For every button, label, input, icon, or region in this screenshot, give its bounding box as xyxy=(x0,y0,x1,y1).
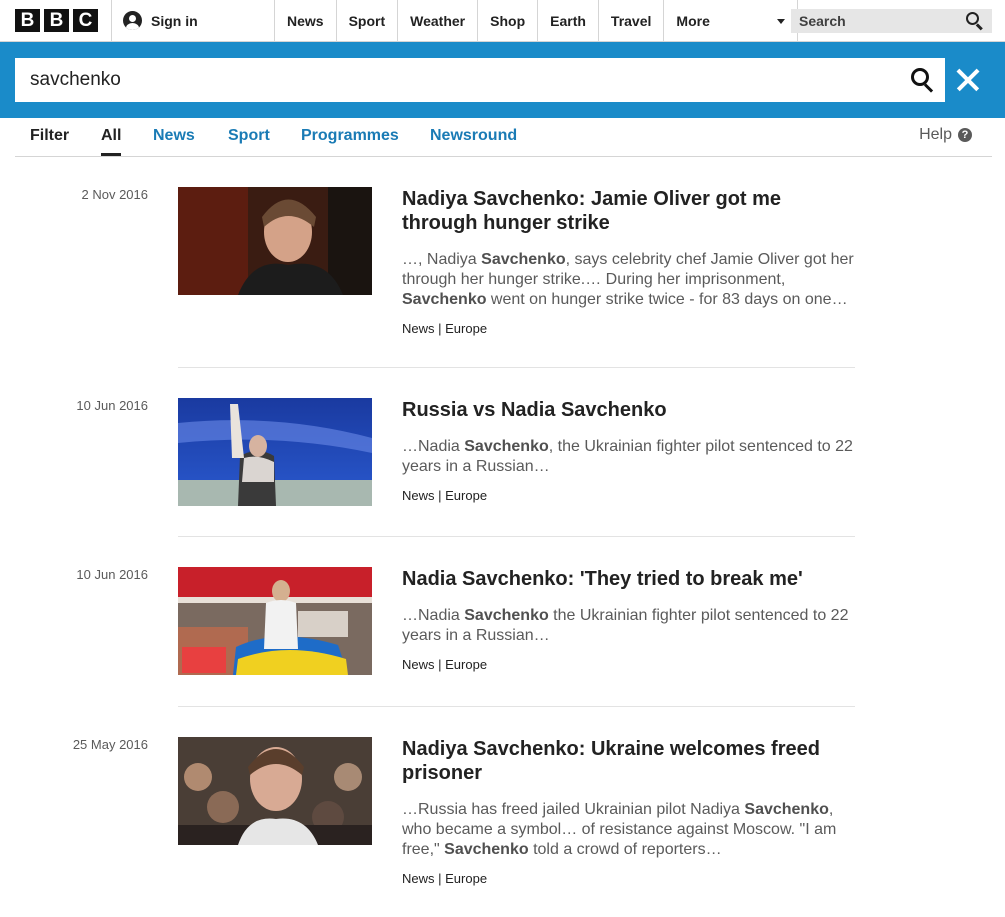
nav-item-news[interactable]: News xyxy=(274,0,336,41)
filter-label: Filter xyxy=(30,127,70,144)
global-search-box[interactable]: Search xyxy=(791,9,992,33)
snippet-text: …, Nadiya xyxy=(402,251,482,268)
tab-newsround[interactable]: Newsround xyxy=(430,118,517,156)
result-meta: News | Europe xyxy=(402,657,488,672)
result-meta: News | Europe xyxy=(402,321,488,336)
result-date: 10 Jun 2016 xyxy=(76,398,148,413)
result-date: 10 Jun 2016 xyxy=(76,567,148,582)
help-link[interactable]: Help ? xyxy=(919,126,972,144)
result-title-link[interactable]: Russia vs Nadia Savchenko xyxy=(402,398,857,422)
help-label: Help xyxy=(919,126,952,143)
filter-bar: Filter All News Sport Programmes Newsrou… xyxy=(15,118,992,157)
result-subsection-link[interactable]: Europe xyxy=(445,871,487,886)
bbc-logo[interactable]: B B C xyxy=(15,9,98,32)
result-snippet: …Nadia Savchenko the Ukrainian fighter p… xyxy=(402,606,857,646)
result-thumbnail[interactable] xyxy=(178,567,372,675)
result-snippet: …Russia has freed jailed Ukrainian pilot… xyxy=(402,800,857,860)
snippet-text: …Nadia xyxy=(402,438,465,455)
search-input[interactable] xyxy=(15,58,895,102)
global-nav-bar: B B C Sign in News Sport Weather Shop Ea… xyxy=(0,0,1005,42)
result-divider xyxy=(178,367,855,368)
result-divider xyxy=(178,706,855,707)
result-section-link[interactable]: News xyxy=(402,488,435,503)
logo-block: B xyxy=(44,9,69,32)
user-icon xyxy=(123,11,142,30)
search-icon[interactable] xyxy=(966,12,984,31)
search-band xyxy=(0,42,1005,118)
nav-item-earth[interactable]: Earth xyxy=(537,0,598,41)
snippet-text: …Russia has freed jailed Ukrainian pilot… xyxy=(402,801,745,818)
highlighted-term: Savchenko xyxy=(444,841,529,858)
close-search-icon[interactable] xyxy=(953,66,983,96)
result-subsection-link[interactable]: Europe xyxy=(445,488,487,503)
main-nav: News Sport Weather Shop Earth Travel Mor… xyxy=(274,0,799,41)
tab-programmes[interactable]: Programmes xyxy=(301,118,399,156)
caret-down-icon xyxy=(777,19,786,24)
result-snippet: …, Nadiya Savchenko, says celebrity chef… xyxy=(402,250,857,310)
highlighted-term: Savchenko xyxy=(402,291,487,308)
highlighted-term: Savchenko xyxy=(481,251,566,268)
search-submit-icon[interactable] xyxy=(911,68,935,93)
result-thumbnail[interactable] xyxy=(178,187,372,295)
result-subsection-link[interactable]: Europe xyxy=(445,657,487,672)
nav-item-shop[interactable]: Shop xyxy=(477,0,537,41)
snippet-text: went on hunger strike twice - for 83 day… xyxy=(486,291,848,308)
nav-item-weather[interactable]: Weather xyxy=(397,0,477,41)
result-section-link[interactable]: News xyxy=(402,321,435,336)
tab-sport[interactable]: Sport xyxy=(228,118,270,156)
result-snippet: …Nadia Savchenko, the Ukrainian fighter … xyxy=(402,437,857,477)
nav-item-travel[interactable]: Travel xyxy=(597,0,663,41)
result-section-link[interactable]: News xyxy=(402,657,435,672)
result-meta: News | Europe xyxy=(402,488,488,503)
result-title-link[interactable]: Nadiya Savchenko: Jamie Oliver got me th… xyxy=(402,187,857,235)
snippet-text: told a crowd of reporters… xyxy=(528,841,722,858)
result-title-link[interactable]: Nadiya Savchenko: Ukraine welcomes freed… xyxy=(402,737,857,785)
nav-more-dropdown[interactable]: More xyxy=(663,0,799,41)
result-date: 25 May 2016 xyxy=(72,737,148,752)
sign-in-link[interactable]: Sign in xyxy=(112,0,198,41)
tab-all[interactable]: All xyxy=(101,118,122,156)
result-meta: News | Europe xyxy=(402,871,488,886)
snippet-text: …Nadia xyxy=(402,607,465,624)
result-date: 2 Nov 2016 xyxy=(81,187,149,202)
result-title-link[interactable]: Nadia Savchenko: 'They tried to break me… xyxy=(402,567,857,591)
nav-more-label: More xyxy=(676,12,710,29)
result-thumbnail[interactable] xyxy=(178,737,372,845)
search-form xyxy=(15,58,945,102)
logo-block: B xyxy=(15,9,40,32)
help-icon: ? xyxy=(958,128,972,142)
result-subsection-link[interactable]: Europe xyxy=(445,321,487,336)
logo-block: C xyxy=(73,9,98,32)
sign-in-label: Sign in xyxy=(151,12,198,29)
nav-item-sport[interactable]: Sport xyxy=(335,0,398,41)
highlighted-term: Savchenko xyxy=(464,607,549,624)
highlighted-term: Savchenko xyxy=(744,801,829,818)
global-search-placeholder: Search xyxy=(799,13,846,29)
result-divider xyxy=(178,536,855,537)
highlighted-term: Savchenko xyxy=(464,438,549,455)
result-section-link[interactable]: News xyxy=(402,871,435,886)
tab-news[interactable]: News xyxy=(153,118,195,156)
result-thumbnail[interactable] xyxy=(178,398,372,506)
